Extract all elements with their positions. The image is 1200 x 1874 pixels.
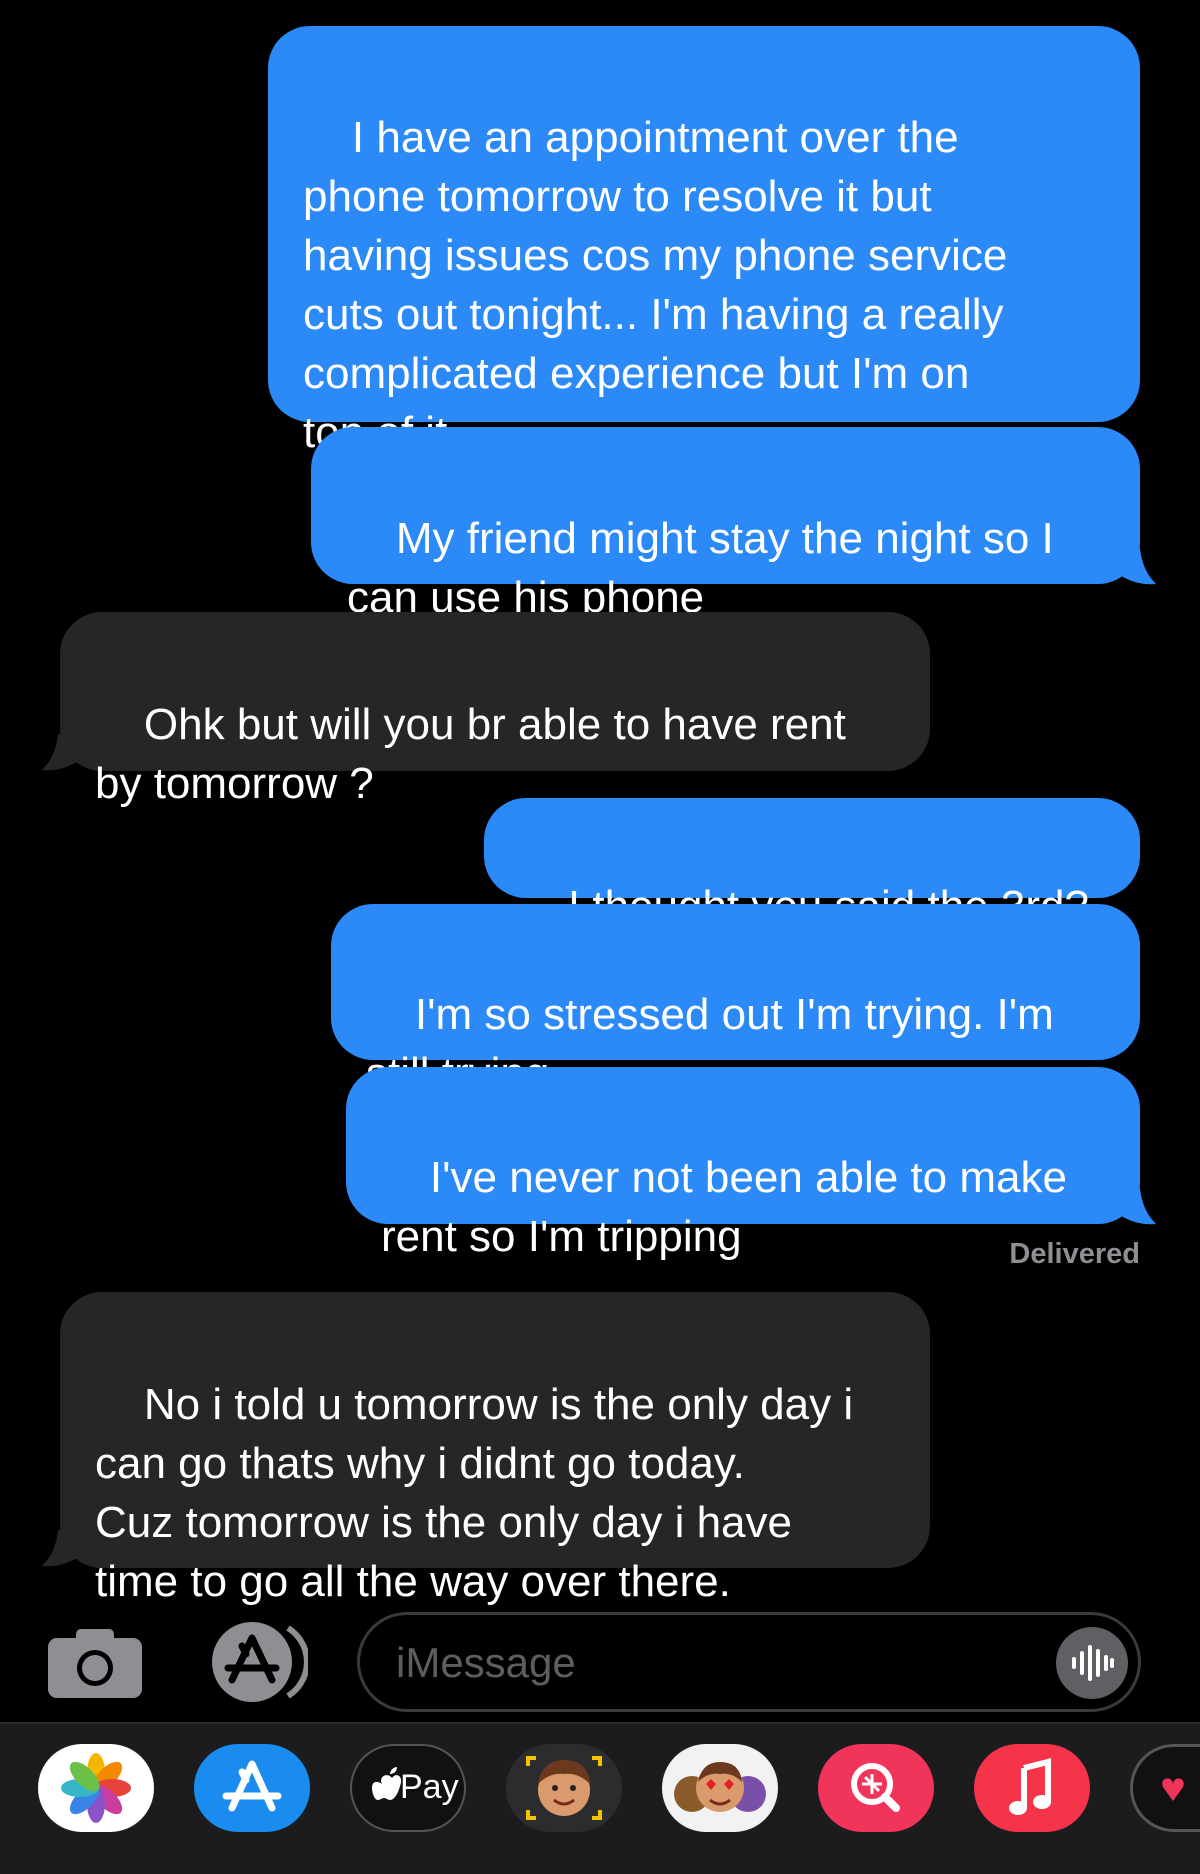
memoji-stickers-app-icon (674, 1762, 766, 1812)
music-app-button[interactable] (974, 1744, 1090, 1832)
sent-message-bubble[interactable]: I thought you said the 3rd? (484, 798, 1140, 931)
image-search-app-icon (851, 1763, 900, 1812)
bubble-tail (1118, 1188, 1156, 1225)
bubble-tail (42, 1530, 80, 1567)
apps-button[interactable] (202, 1620, 310, 1704)
audio-record-button[interactable] (1056, 1627, 1128, 1699)
camera-icon (48, 1629, 142, 1698)
digital-touch-app-button[interactable] (1130, 1744, 1200, 1832)
bubble-tail (1118, 548, 1156, 585)
apple-pay-label: Pay (400, 1768, 459, 1806)
memoji-stickers-app-button[interactable] (662, 1744, 778, 1832)
messages-screen: I have an appointment over the phone tom… (0, 0, 1200, 1874)
digital-touch-app-icon (1162, 1778, 1184, 1801)
image-search-app-button[interactable] (818, 1744, 934, 1832)
message-input-placeholder: iMessage (396, 1639, 576, 1686)
sent-message-bubble[interactable]: I've never not been able to make rent so… (346, 1067, 1140, 1261)
sent-message-bubble[interactable]: I have an appointment over the phone tom… (268, 26, 1140, 457)
audio-waveform-icon (1072, 1645, 1114, 1681)
message-input[interactable]: iMessage (357, 1612, 1141, 1712)
photos-app-button[interactable] (38, 1744, 154, 1832)
app-store-app-button[interactable] (194, 1744, 310, 1832)
camera-button[interactable] (48, 1628, 142, 1698)
message-text: No i told u tomorrow is the only day i c… (95, 1380, 854, 1606)
app-drawer: Pay (0, 1722, 1200, 1874)
message-text: I've never not been able to make rent so… (381, 1153, 1067, 1261)
photos-app-icon (61, 1753, 131, 1823)
apple-pay-app-button[interactable]: Pay (350, 1744, 466, 1832)
app-store-app-icon (222, 1760, 282, 1812)
message-text: My friend might stay the night so I can … (347, 514, 1054, 622)
received-message-bubble[interactable]: No i told u tomorrow is the only day i c… (60, 1292, 930, 1606)
memoji-app-icon (526, 1756, 602, 1820)
music-app-icon (1009, 1758, 1051, 1815)
received-message-bubble[interactable]: Ohk but will you br able to have rent by… (60, 612, 930, 808)
message-text: I have an appointment over the phone tom… (303, 113, 1008, 457)
memoji-app-button[interactable] (506, 1744, 622, 1832)
app-store-icon (212, 1622, 310, 1702)
message-text: Ohk but will you br able to have rent by… (95, 700, 846, 808)
sent-message-bubble[interactable]: My friend might stay the night so I can … (311, 427, 1140, 622)
delivered-status: Delivered (1009, 1238, 1140, 1270)
sent-message-bubble[interactable]: I'm so stressed out I'm trying. I'm stil… (331, 904, 1140, 1098)
bubble-tail (42, 734, 80, 771)
